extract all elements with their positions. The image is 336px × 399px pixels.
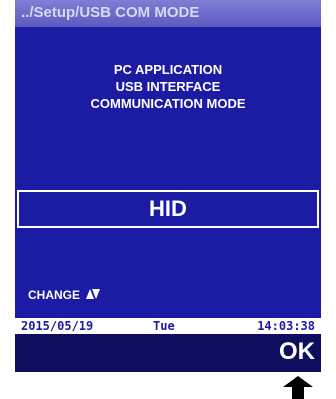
mode-value-field[interactable]: HID [17, 190, 319, 228]
softkey-bar: OK [15, 334, 321, 372]
description-line-1: PC APPLICATION [113, 62, 223, 77]
description-line-3: COMMUNICATION MODE [90, 96, 246, 111]
up-arrow-icon [283, 376, 313, 399]
description-line-2: USB INTERFACE [115, 79, 221, 94]
status-time: 14:03:38 [257, 319, 315, 333]
change-hint: CHANGE [28, 288, 101, 302]
setting-description: PC APPLICATION USB INTERFACE COMMUNICATI… [15, 61, 321, 112]
status-date: 2015/05/19 [21, 319, 94, 333]
status-bar: 2015/05/19 Tue 14:03:38 [15, 318, 321, 334]
status-day: Tue [153, 319, 175, 333]
ok-softkey[interactable]: OK [279, 336, 315, 368]
up-down-triangle-icon [86, 289, 101, 299]
breadcrumb-title: ../Setup/USB COM MODE [15, 0, 321, 27]
change-label: CHANGE [28, 288, 81, 302]
device-screen: ../Setup/USB COM MODE PC APPLICATION USB… [15, 0, 321, 372]
